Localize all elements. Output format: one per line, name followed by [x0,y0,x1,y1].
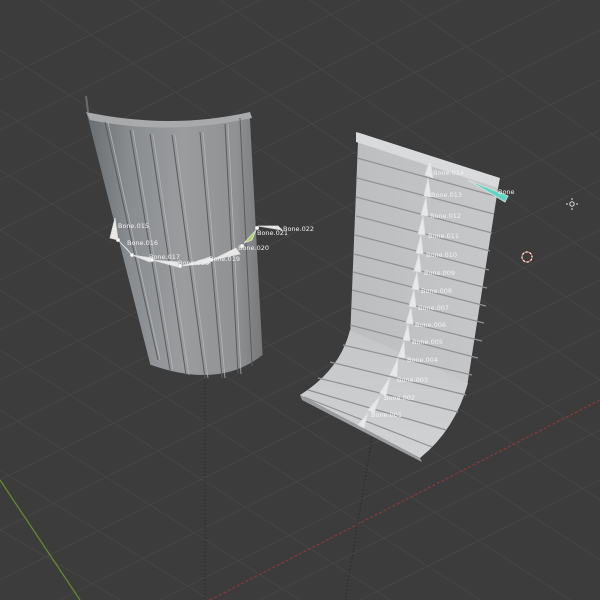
bone-label: Bone.008 [421,287,452,295]
bone-label: Bone.007 [418,304,449,312]
3d-viewport[interactable]: Bone.015 Bone.016 Bone.017 Bone.018 Bone… [0,0,600,600]
bone-label: Bone.012 [430,212,461,220]
bone-label: Bone.015 [118,222,149,230]
bone-label: Bone.022 [283,225,314,233]
bone-label: Bone.001 [371,411,402,419]
bone-label: Bone.005 [412,338,443,346]
bone-label: Bone.013 [431,191,462,199]
origin-dotted-line-2 [344,419,376,600]
bone-label: Bone.004 [407,356,438,364]
3d-cursor-icon[interactable] [521,251,533,263]
bone-label: Bone.014 [433,169,464,177]
y-axis-line [0,479,81,600]
light-icon[interactable] [566,198,578,210]
viewport-canvas[interactable]: Bone.015 Bone.016 Bone.017 Bone.018 Bone… [0,0,600,600]
bone-label: Bone.006 [415,321,446,329]
bone-label: Bone.002 [384,394,415,402]
bone-joint [116,237,121,242]
bone-label: Bone.010 [426,251,457,259]
bone-label: Bone.011 [428,232,459,240]
bone-label: Bone.019 [209,255,240,263]
bone-label: Bone.016 [127,239,158,247]
bone-joint [129,252,134,257]
bone-label: Bone.009 [424,269,455,277]
bone-label: Bone.003 [397,376,428,384]
bone-label: Bone.018 [178,259,209,267]
bone-label: Bone.017 [149,253,180,261]
bone-label: Bone.020 [238,244,269,252]
floor-grid [0,0,600,600]
bone-label: Bone [498,188,515,196]
